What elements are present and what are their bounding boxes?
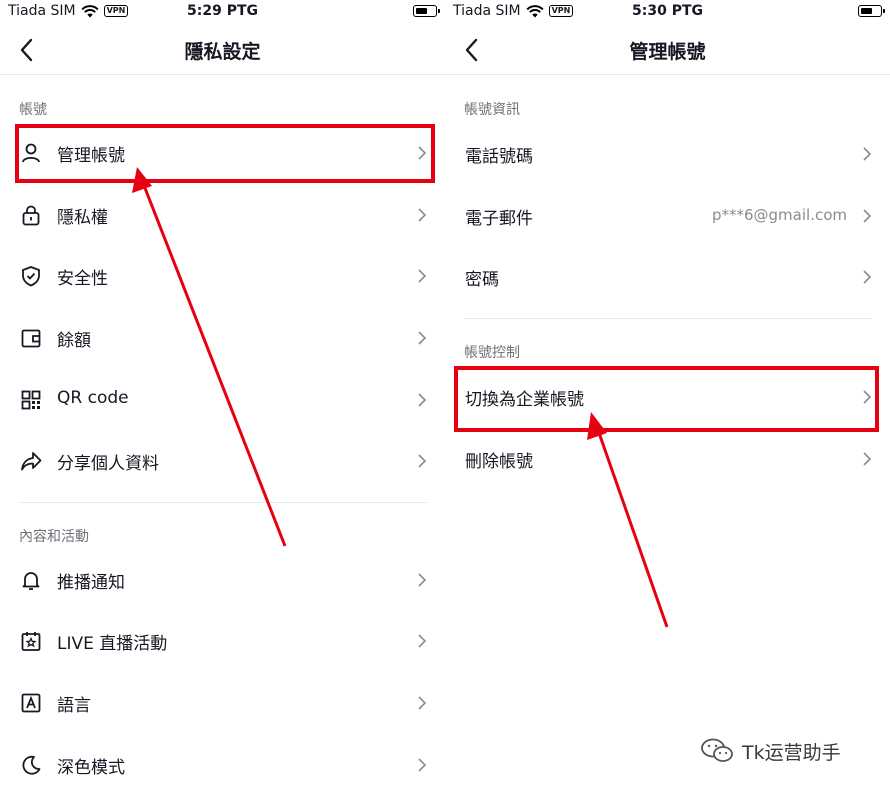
email-value: p***6@gmail.com xyxy=(711,206,847,224)
chevron-right-icon xyxy=(418,696,427,710)
nav-bar: 管理帳號 xyxy=(445,24,890,75)
status-bar: Tiada SIM VPN 5:30 PTG xyxy=(445,0,890,24)
qr-code-icon xyxy=(21,390,41,410)
account-item-switch-business[interactable]: 切換為企業帳號 xyxy=(445,368,890,428)
chevron-right-icon xyxy=(863,147,872,161)
share-icon xyxy=(21,452,42,471)
section-header-account-control: 帳號控制 xyxy=(464,345,520,361)
page-title: 管理帳號 xyxy=(629,41,706,63)
page-title: 隱私設定 xyxy=(184,41,261,63)
divider xyxy=(19,502,427,503)
watermark: Tk运营助手 xyxy=(700,737,841,765)
lock-icon xyxy=(22,205,40,226)
settings-item-label: 深色模式 xyxy=(57,758,125,778)
settings-item-label: 語言 xyxy=(57,696,91,716)
privacy-settings-screen: Tiada SIM VPN 5:29 PTG 隱私設定 帳號 管理帳號 隱私權 … xyxy=(0,0,445,791)
chevron-right-icon xyxy=(418,146,427,160)
settings-item-label: 推播通知 xyxy=(57,573,125,593)
live-calendar-icon xyxy=(21,632,41,651)
section-header-account-info: 帳號資訊 xyxy=(464,102,520,118)
settings-item-label: 分享個人資料 xyxy=(57,454,159,474)
chevron-right-icon xyxy=(418,573,427,587)
settings-item-label: 隱私權 xyxy=(57,208,108,228)
clock: 5:29 PTG xyxy=(187,3,258,19)
section-header-account: 帳號 xyxy=(19,102,47,118)
status-bar: Tiada SIM VPN 5:29 PTG xyxy=(0,0,445,24)
battery-icon xyxy=(413,5,440,17)
chevron-right-icon xyxy=(863,390,872,404)
account-item-label: 電子郵件 xyxy=(465,209,533,229)
watermark-text: Tk运营助手 xyxy=(742,741,841,764)
account-item-email[interactable]: 電子郵件 p***6@gmail.com xyxy=(445,187,890,247)
settings-item-dark-mode[interactable]: 深色模式 xyxy=(0,736,445,791)
divider xyxy=(464,318,872,319)
settings-item-label: LIVE 直播活動 xyxy=(57,634,168,654)
moon-icon xyxy=(22,755,41,775)
settings-item-label: QR code xyxy=(57,388,129,408)
settings-item-label: 管理帳號 xyxy=(57,146,125,166)
settings-item-push-notifications[interactable]: 推播通知 xyxy=(0,551,445,611)
settings-item-manage-account[interactable]: 管理帳號 xyxy=(0,124,445,184)
settings-item-label: 安全性 xyxy=(57,269,108,289)
settings-item-qr-code[interactable]: QR code xyxy=(0,371,445,431)
account-item-password[interactable]: 密碼 xyxy=(445,248,890,308)
settings-item-share-profile[interactable]: 分享個人資料 xyxy=(0,432,445,492)
account-item-phone-number[interactable]: 電話號碼 xyxy=(445,125,890,185)
chevron-right-icon xyxy=(863,270,872,284)
section-header-content-activity: 內容和活動 xyxy=(19,529,89,545)
account-item-delete-account[interactable]: 刪除帳號 xyxy=(445,430,890,490)
battery-icon xyxy=(858,5,885,17)
chevron-right-icon xyxy=(418,454,427,468)
language-icon xyxy=(21,693,41,713)
settings-item-label: 餘額 xyxy=(57,331,91,351)
chevron-right-icon xyxy=(863,209,872,223)
account-item-label: 電話號碼 xyxy=(465,147,533,167)
settings-item-privacy[interactable]: 隱私權 xyxy=(0,186,445,246)
wechat-icon xyxy=(701,738,733,762)
bell-icon xyxy=(22,572,40,590)
account-item-label: 密碼 xyxy=(465,270,499,290)
chevron-right-icon xyxy=(418,634,427,648)
settings-item-language[interactable]: 語言 xyxy=(0,674,445,734)
chevron-right-icon xyxy=(418,393,427,407)
wallet-icon xyxy=(21,329,41,348)
chevron-right-icon xyxy=(418,331,427,345)
settings-item-live-events[interactable]: LIVE 直播活動 xyxy=(0,612,445,672)
chevron-right-icon xyxy=(418,269,427,283)
settings-item-security[interactable]: 安全性 xyxy=(0,247,445,307)
chevron-right-icon xyxy=(418,758,427,772)
chevron-right-icon xyxy=(418,208,427,222)
person-icon xyxy=(22,143,40,163)
shield-icon xyxy=(22,266,40,287)
settings-item-balance[interactable]: 餘額 xyxy=(0,309,445,369)
clock: 5:30 PTG xyxy=(632,3,703,19)
nav-bar: 隱私設定 xyxy=(0,24,445,75)
account-item-label: 切換為企業帳號 xyxy=(465,390,584,410)
chevron-right-icon xyxy=(863,452,872,466)
manage-account-screen: Tiada SIM VPN 5:30 PTG 管理帳號 帳號資訊 電話號碼 電子… xyxy=(445,0,890,791)
account-item-label: 刪除帳號 xyxy=(465,452,533,472)
